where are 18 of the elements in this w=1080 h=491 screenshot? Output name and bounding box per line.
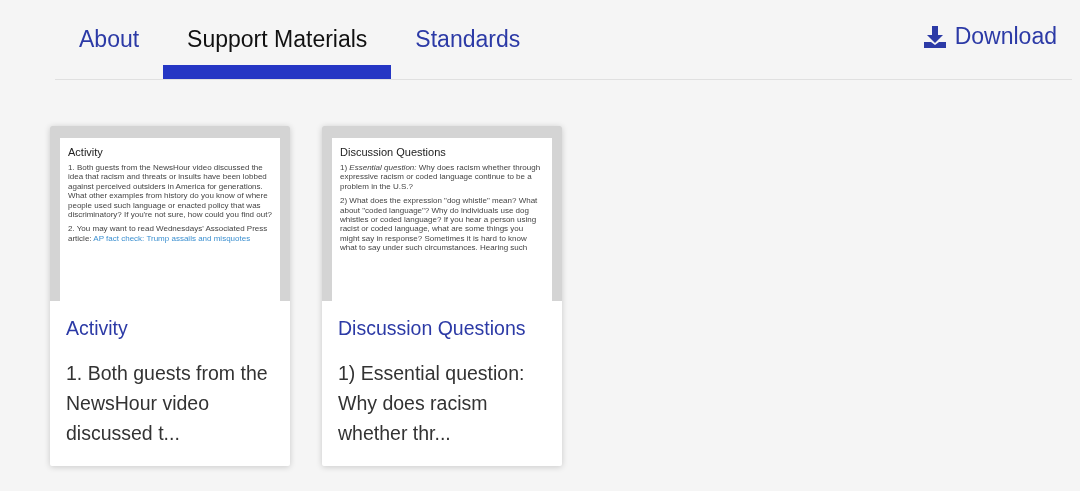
document-title: Activity — [68, 146, 104, 158]
tab[interactable]: About — [55, 0, 164, 79]
document-paragraph: 1. Both guests from the NewsHour video discussed the idea that racism and threats or insults have been lobbed against perceived outsiders in America for generations. What other examples from history do you know of where people used such language or enacted policy that was discriminatory? If you're not sure, how could you find out? — [68, 163, 272, 220]
document-paragraph: 2) What does the expression "dog whistle" mean? What about "coded language"? Why do individuals use dog whistles or coded language? If you hear a person using racist or coded language, what are some things you might say in response? Sometimes it is hard to know what to say under such circumstances. Hearing such — [340, 196, 539, 253]
card-title: Discussion Questions — [338, 317, 527, 340]
material-card[interactable] — [322, 126, 562, 466]
tab[interactable]: Standards — [391, 0, 545, 79]
material-card[interactable] — [50, 126, 290, 466]
tab[interactable]: Support Materials — [163, 0, 392, 79]
document-paragraph: 2. You may want to read Wednesdays' Associated Press article: AP fact check: Trump assails and misquotes — [68, 224, 269, 244]
article-link[interactable]: AP fact check: Trump assails and misquotes — [93, 233, 251, 243]
card-excerpt: 1. Both guests from the NewsHour video discussed t... — [66, 361, 269, 446]
download-icon — [922, 24, 947, 49]
document-title: Discussion Questions — [340, 146, 447, 158]
card-excerpt: 1) Essential question: Why does racism whether thr... — [338, 361, 526, 446]
card-title: Activity — [66, 317, 129, 340]
download-button[interactable]: Download — [922, 0, 1057, 79]
document-paragraph: 1) Essential question: Why does racism whether through expressive racism or coded language continue to be a problem in the U.S.? — [340, 163, 542, 192]
